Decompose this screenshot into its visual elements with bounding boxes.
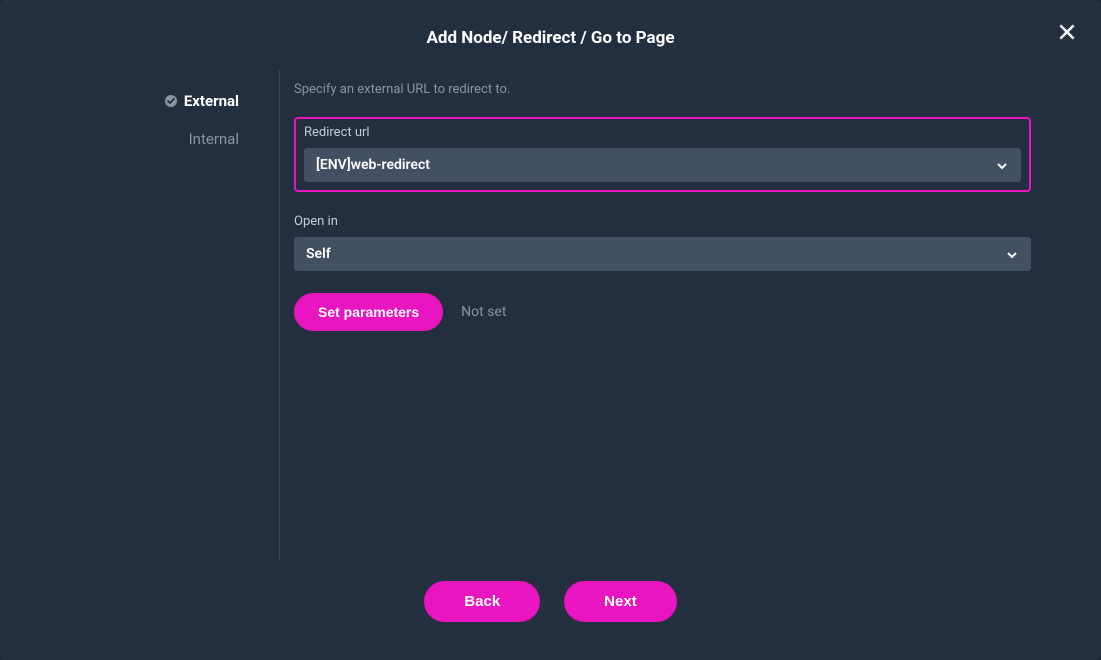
- content-panel: Specify an external URL to redirect to. …: [280, 70, 1101, 561]
- sidebar-item-internal[interactable]: Internal: [0, 120, 279, 158]
- sidebar: External Internal: [0, 70, 280, 561]
- modal-header: Add Node/ Redirect / Go to Page: [0, 0, 1101, 70]
- parameters-status: Not set: [461, 304, 506, 320]
- open-in-value: Self: [306, 246, 331, 262]
- instruction-text: Specify an external URL to redirect to.: [294, 82, 1031, 97]
- sidebar-item-label: External: [184, 92, 239, 110]
- modal-body: External Internal Specify an external UR…: [0, 70, 1101, 561]
- redirect-url-select[interactable]: [ENV]web-redirect: [304, 148, 1021, 182]
- open-in-select[interactable]: Self: [294, 237, 1031, 271]
- modal-footer: Back Next: [0, 561, 1101, 660]
- open-in-label: Open in: [294, 214, 1031, 229]
- open-in-group: Open in Self: [294, 214, 1031, 271]
- redirect-url-label: Redirect url: [304, 125, 1021, 140]
- set-parameters-button[interactable]: Set parameters: [294, 293, 443, 331]
- redirect-url-value: [ENV]web-redirect: [316, 157, 430, 173]
- close-icon: [1057, 22, 1077, 42]
- next-button[interactable]: Next: [564, 581, 677, 622]
- radio-selected-icon: [164, 94, 178, 108]
- modal-title: Add Node/ Redirect / Go to Page: [0, 28, 1101, 48]
- redirect-url-group: Redirect url [ENV]web-redirect: [294, 117, 1031, 192]
- close-button[interactable]: [1055, 20, 1079, 44]
- back-button[interactable]: Back: [424, 581, 540, 622]
- parameters-row: Set parameters Not set: [294, 293, 1031, 331]
- sidebar-item-external[interactable]: External: [0, 82, 279, 120]
- sidebar-item-label: Internal: [189, 130, 239, 148]
- add-node-modal: Add Node/ Redirect / Go to Page External: [0, 0, 1101, 660]
